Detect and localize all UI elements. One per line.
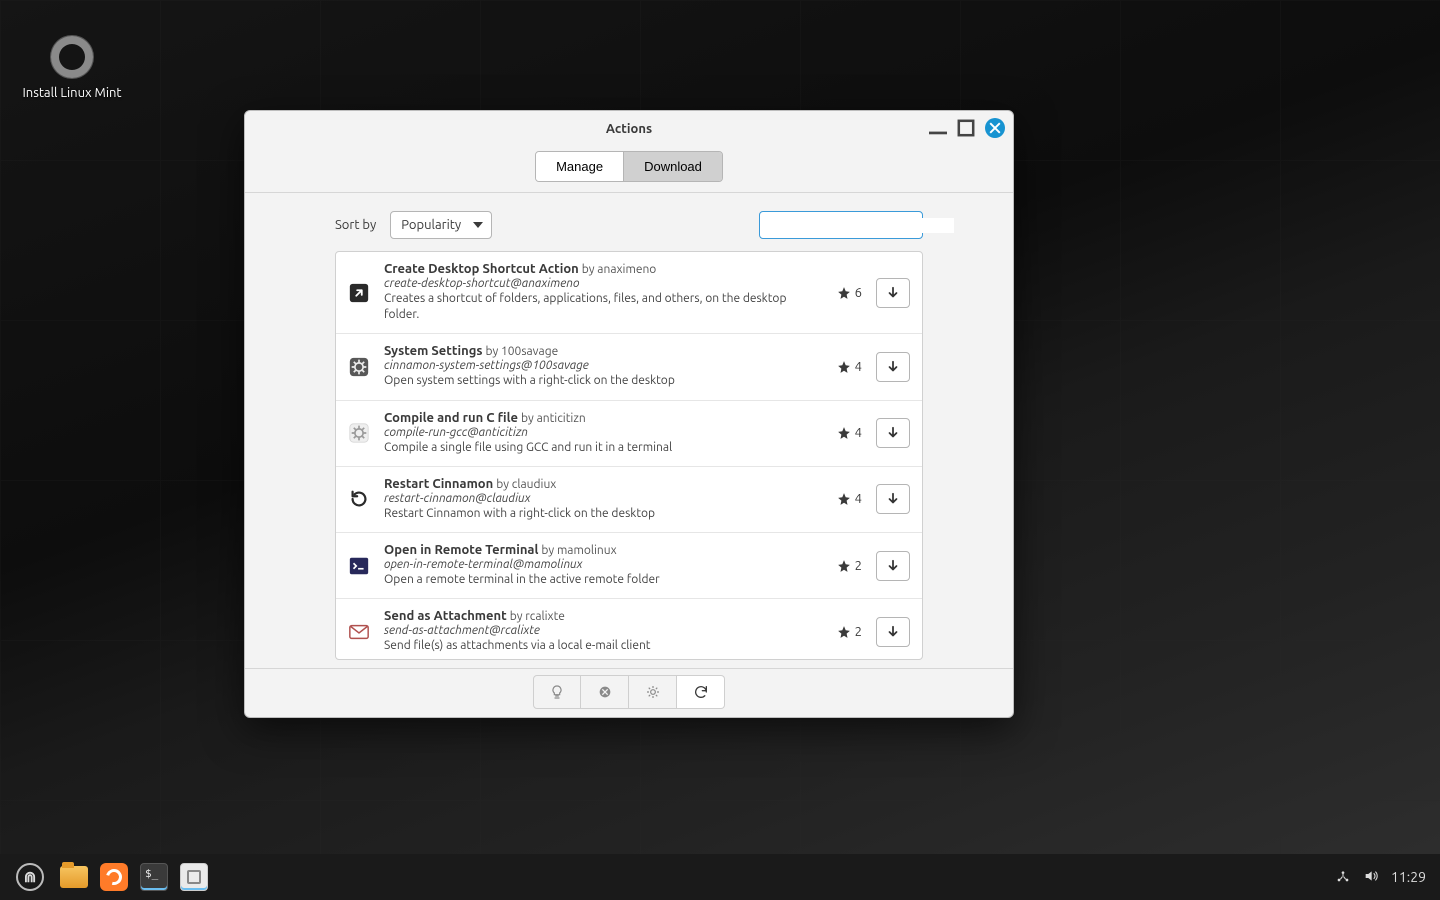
minimize-button[interactable] (929, 119, 947, 137)
chevron-down-icon (473, 222, 483, 228)
sort-dropdown[interactable]: Popularity (390, 211, 492, 239)
restart-icon (348, 488, 370, 510)
filter-row: Sort by Popularity (245, 193, 1013, 251)
tab-segment: Manage Download (535, 151, 723, 182)
star-rating: 4 (828, 360, 862, 374)
shortcut-icon (348, 282, 370, 304)
taskbar-files[interactable] (56, 859, 92, 895)
download-icon (886, 286, 900, 300)
taskbar-actions-window[interactable] (176, 859, 212, 895)
clock[interactable]: 11:29 (1391, 869, 1426, 885)
gear-icon (645, 684, 661, 700)
folder-icon (60, 866, 88, 888)
titlebar[interactable]: Actions (245, 111, 1013, 147)
star-icon (837, 286, 851, 300)
settings-button[interactable] (629, 675, 677, 709)
download-button[interactable] (876, 352, 910, 382)
download-icon (886, 492, 900, 506)
volume-indicator[interactable] (1363, 868, 1379, 887)
actions-window: Actions Manage Download Sort by Populari… (244, 110, 1014, 718)
lightbulb-icon (549, 684, 565, 700)
download-icon (886, 559, 900, 573)
list-item[interactable]: Create Desktop Shortcut Action by anaxim… (336, 252, 922, 334)
refresh-icon (693, 684, 709, 700)
star-icon (837, 559, 851, 573)
mint-logo-icon: ⋒ (24, 868, 37, 887)
list-item[interactable]: Restart Cinnamon by claudiux restart-cin… (336, 467, 922, 533)
star-rating: 4 (828, 426, 862, 440)
preferences-icon (180, 863, 208, 891)
more-info-button[interactable] (533, 675, 581, 709)
tab-download[interactable]: Download (623, 152, 722, 181)
tab-row: Manage Download (245, 147, 1013, 193)
star-rating: 4 (828, 492, 862, 506)
download-icon (886, 360, 900, 374)
terminal-icon (348, 555, 370, 577)
close-button[interactable] (985, 118, 1005, 138)
results-scroll[interactable]: Create Desktop Shortcut Action by anaxim… (336, 252, 922, 659)
desktop-icon-install[interactable]: Install Linux Mint (22, 36, 122, 100)
star-rating: 6 (828, 286, 862, 300)
window-title: Actions (606, 122, 652, 136)
terminal-icon: $_ (140, 863, 168, 891)
sort-value: Popularity (401, 218, 461, 232)
download-button[interactable] (876, 617, 910, 647)
firefox-icon (100, 863, 128, 891)
network-icon (1335, 868, 1351, 884)
network-indicator[interactable] (1335, 868, 1351, 887)
gear-icon (348, 356, 370, 378)
tab-manage[interactable]: Manage (536, 152, 623, 181)
search-field[interactable] (759, 211, 923, 239)
download-icon (886, 625, 900, 639)
star-icon (837, 492, 851, 506)
cancel-icon (597, 684, 613, 700)
star-icon (837, 426, 851, 440)
desktop-icon-label: Install Linux Mint (22, 86, 122, 100)
disc-icon (51, 36, 93, 78)
refresh-button[interactable] (677, 675, 725, 709)
download-button[interactable] (876, 551, 910, 581)
footer-toolbar (245, 668, 1013, 717)
list-item[interactable]: Send as Attachment by rcalixte send-as-a… (336, 599, 922, 659)
results-list: Create Desktop Shortcut Action by anaxim… (335, 251, 923, 660)
list-item[interactable]: Compile and run C file by anticitizn com… (336, 401, 922, 467)
search-input[interactable] (778, 218, 954, 233)
list-item[interactable]: System Settings by 100savage cinnamon-sy… (336, 334, 922, 400)
download-button[interactable] (876, 278, 910, 308)
maximize-button[interactable] (957, 119, 975, 137)
sort-by-label: Sort by (335, 218, 376, 232)
menu-button[interactable]: ⋒ (16, 863, 44, 891)
taskbar: ⋒ $_ 11:29 (0, 854, 1440, 900)
download-icon (886, 426, 900, 440)
download-button[interactable] (876, 484, 910, 514)
list-item[interactable]: Open in Remote Terminal by mamolinux ope… (336, 533, 922, 599)
uninstall-button[interactable] (581, 675, 629, 709)
taskbar-firefox[interactable] (96, 859, 132, 895)
system-tray: 11:29 (1335, 868, 1432, 887)
star-icon (837, 360, 851, 374)
download-button[interactable] (876, 418, 910, 448)
star-rating: 2 (828, 559, 862, 573)
volume-icon (1363, 868, 1379, 884)
taskbar-terminal[interactable]: $_ (136, 859, 172, 895)
star-rating: 2 (828, 625, 862, 639)
mail-icon (348, 621, 370, 643)
window-controls (929, 118, 1005, 138)
gear-icon (348, 422, 370, 444)
star-icon (837, 625, 851, 639)
